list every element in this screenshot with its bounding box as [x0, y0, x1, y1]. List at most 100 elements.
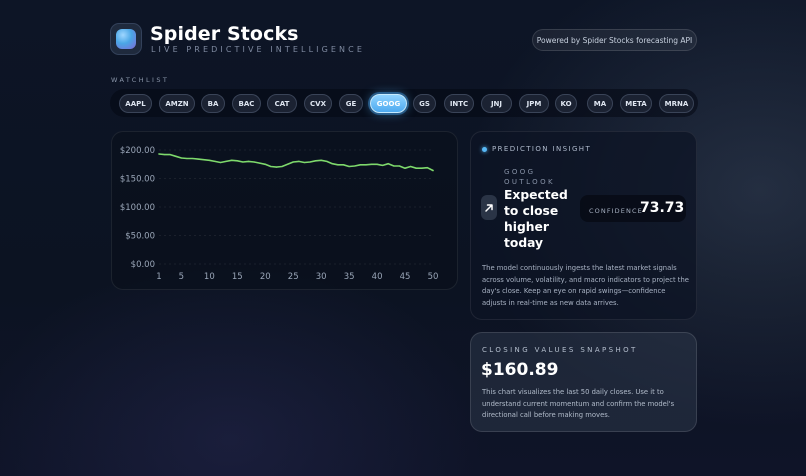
data-point	[303, 161, 305, 164]
ticker-ko[interactable]: KO	[555, 94, 577, 113]
data-point	[348, 165, 350, 168]
data-point	[354, 165, 356, 167]
ticker-amzn[interactable]: AMZN	[159, 94, 195, 113]
data-point	[253, 161, 255, 163]
data-point	[359, 164, 361, 166]
data-point	[275, 166, 278, 168]
snapshot-value: $160.89	[481, 360, 559, 380]
confidence-label: CONFIDENCE	[589, 207, 643, 215]
data-point	[169, 153, 171, 156]
ticker-jpm[interactable]: JPM	[519, 94, 549, 113]
ticker-gs[interactable]: GS	[413, 94, 436, 113]
y-tick-label: $100.00	[120, 203, 155, 213]
snapshot-label: CLOSING VALUES SNAPSHOT	[482, 346, 638, 354]
data-point	[342, 164, 345, 166]
data-point	[270, 165, 272, 168]
data-point	[197, 158, 199, 160]
x-tick-label: 25	[288, 272, 299, 282]
ticker-bac[interactable]: BAC	[232, 94, 261, 113]
price-chart: $0.00$50.00$100.00$150.00$200.00 1 5 10 15 2…	[120, 146, 439, 282]
data-point	[242, 161, 244, 163]
snapshot-description: This chart visualizes the last 50 daily …	[482, 388, 675, 419]
chart-grid	[159, 149, 433, 265]
ticker-aapl[interactable]: AAPL	[119, 94, 152, 113]
data-point	[203, 159, 205, 161]
chart-series	[158, 153, 434, 172]
ticker-cvx[interactable]: CVX	[304, 94, 332, 113]
ticker-intc[interactable]: INTC	[444, 94, 474, 113]
data-point	[415, 167, 417, 169]
y-tick-label: $0.00	[131, 260, 155, 270]
x-tick-label: 35	[344, 272, 355, 282]
data-point	[370, 163, 373, 165]
data-point	[298, 160, 300, 162]
data-point	[421, 167, 423, 169]
data-point	[292, 161, 294, 163]
x-tick-label: 30	[316, 272, 327, 282]
data-point	[426, 167, 429, 169]
data-point	[191, 157, 194, 160]
data-point	[158, 153, 160, 155]
x-tick-label: 15	[232, 272, 243, 282]
ticker-ma[interactable]: MA	[587, 94, 613, 113]
prediction-direction: Expected to close higher today	[504, 188, 568, 250]
status-dot-icon	[482, 147, 487, 152]
logo-orb-icon	[116, 29, 136, 49]
y-tick-label: $50.00	[125, 232, 155, 242]
powered-by-badge: Powered by Spider Stocks forecasting API	[532, 29, 697, 51]
data-point	[225, 160, 227, 162]
data-point	[186, 157, 188, 160]
data-point	[264, 163, 266, 165]
data-point	[281, 165, 283, 168]
app-subtitle: LIVE PREDICTIVE INTELLIGENCE	[151, 45, 365, 54]
x-tick-label: 20	[260, 272, 271, 282]
watchlist-label: WATCHLIST	[111, 76, 170, 84]
data-point	[309, 161, 311, 163]
data-point	[214, 160, 216, 162]
data-point	[320, 159, 322, 161]
data-point	[208, 159, 210, 161]
ticker-mrna[interactable]: MRNA	[659, 94, 694, 113]
data-point	[404, 167, 406, 169]
data-point	[231, 159, 233, 161]
x-axis-ticks: 1 5 10 15 20 25 30 35 40 45 50	[156, 272, 438, 282]
data-point	[331, 163, 333, 165]
ticker-meta[interactable]: META	[620, 94, 652, 113]
outlook-label: GOOG OUTLOOK	[504, 168, 555, 186]
data-point	[365, 164, 367, 166]
data-point	[219, 161, 222, 164]
x-tick-label: 5	[179, 272, 184, 282]
data-point	[236, 160, 238, 162]
prediction-description: The model continuously ingests the lates…	[482, 264, 689, 307]
data-point	[163, 153, 166, 156]
app-logo	[110, 23, 142, 55]
y-axis-ticks: $0.00 $50.00 $100.00 $150.00 $200.00	[120, 146, 155, 270]
x-tick-label: 50	[428, 272, 439, 282]
data-point	[247, 160, 250, 162]
ticker-goog[interactable]: GOOG	[370, 94, 407, 113]
data-point	[180, 157, 182, 159]
ticker-ba[interactable]: BA	[201, 94, 225, 113]
data-point	[326, 160, 328, 162]
data-point	[287, 163, 289, 165]
ticker-ge[interactable]: GE	[339, 94, 363, 113]
x-tick-label: 40	[372, 272, 383, 282]
ticker-cat[interactable]: CAT	[267, 94, 297, 113]
data-point	[175, 155, 177, 157]
prediction-label: PREDICTION INSIGHT	[492, 145, 592, 153]
data-point	[398, 165, 401, 167]
x-tick-label: 45	[400, 272, 411, 282]
data-point	[432, 169, 434, 172]
arrow-up-right-icon	[481, 195, 497, 220]
app-title: Spider Stocks	[150, 23, 299, 45]
y-tick-label: $200.00	[120, 146, 155, 156]
data-point	[382, 164, 384, 166]
x-tick-label: 1	[156, 272, 161, 282]
confidence-value: 73.73	[640, 200, 685, 216]
price-line	[158, 153, 434, 172]
data-point	[410, 165, 412, 168]
data-point	[314, 160, 317, 162]
x-tick-label: 10	[204, 272, 215, 282]
data-point	[393, 165, 395, 167]
ticker-jnj[interactable]: JNJ	[481, 94, 512, 113]
